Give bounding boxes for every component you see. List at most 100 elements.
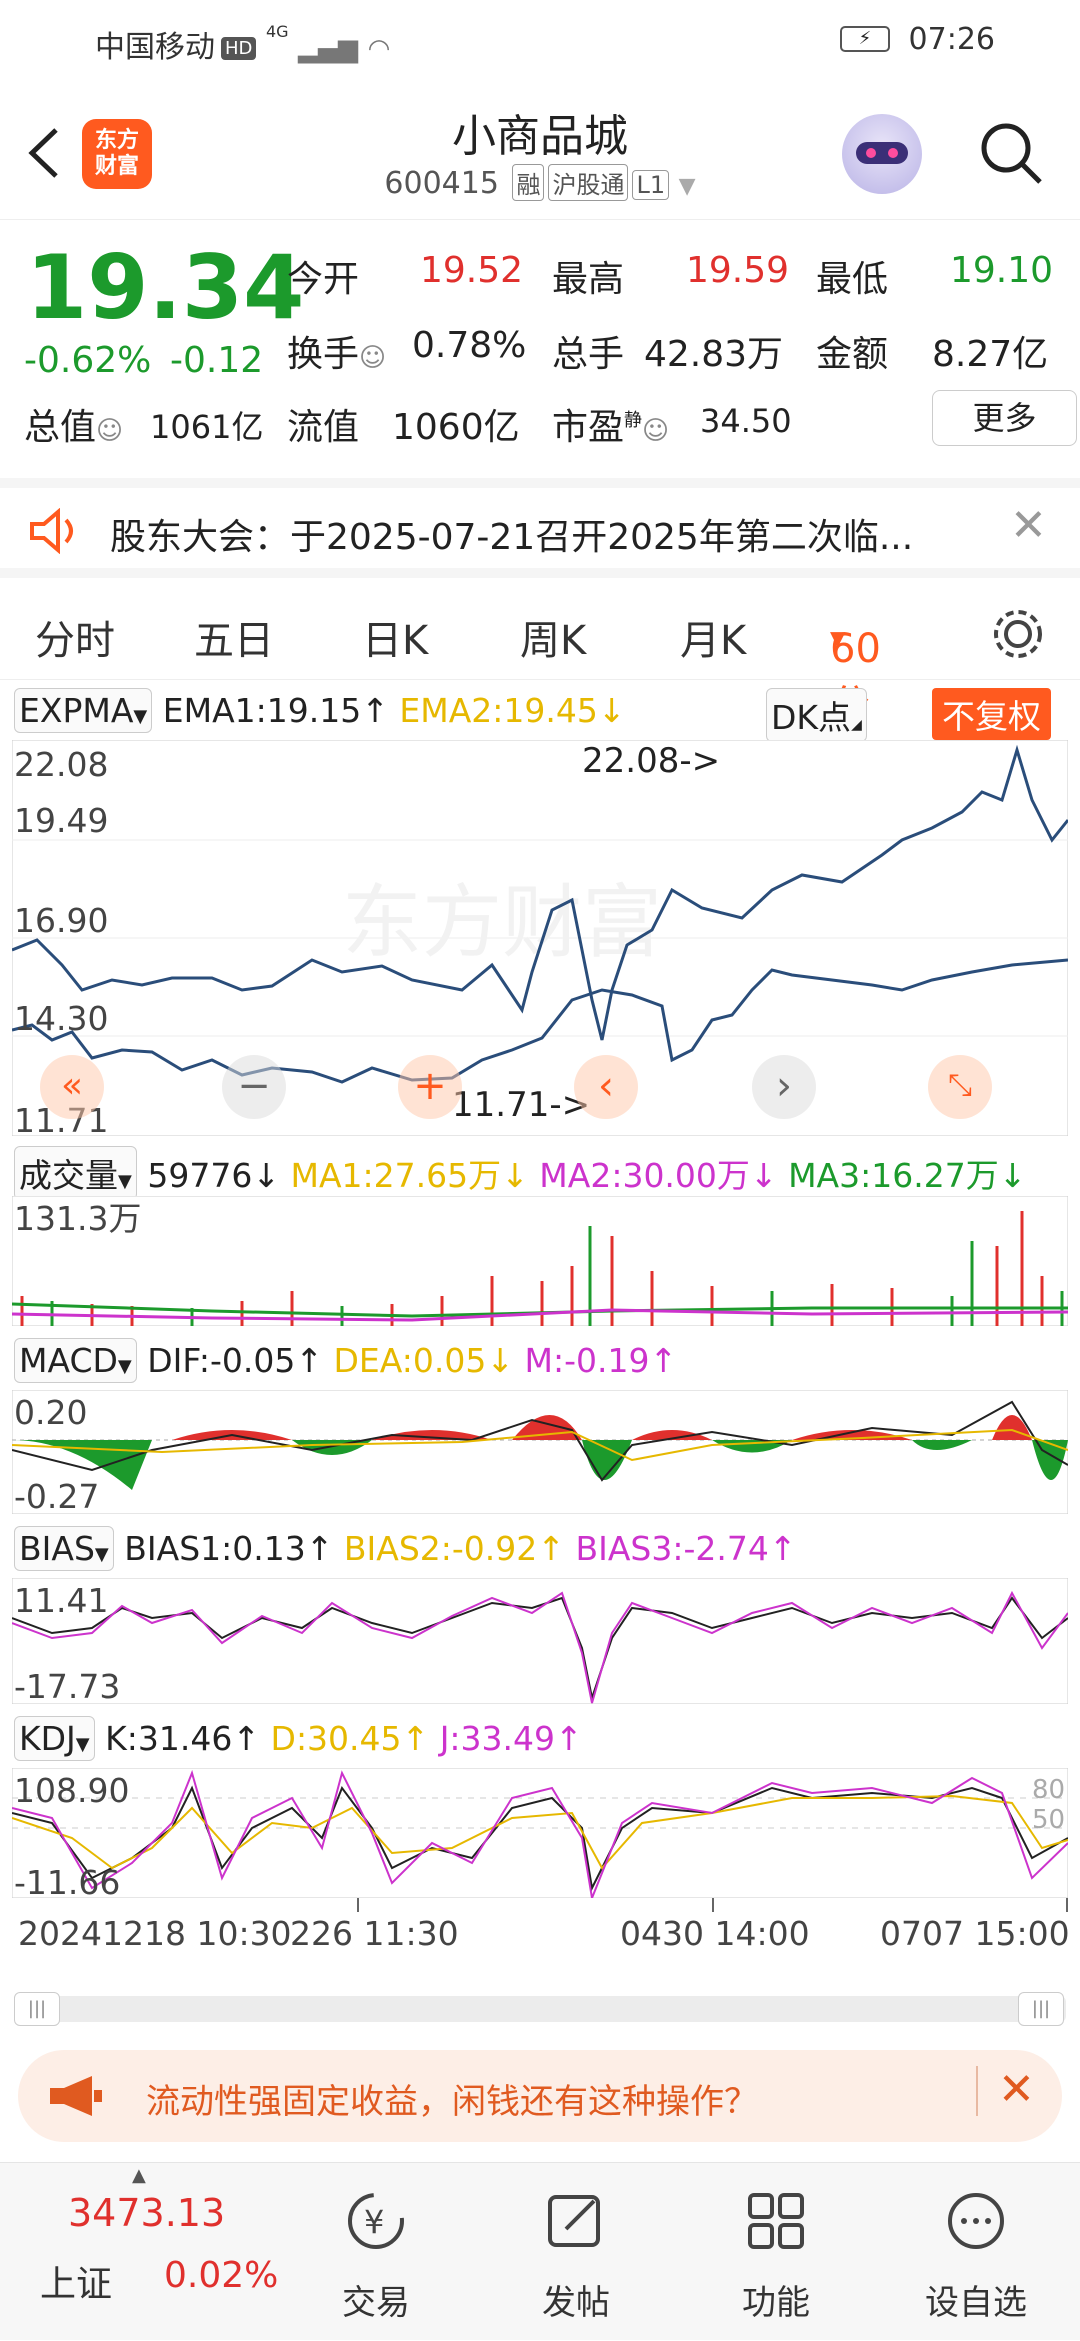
search-button[interactable] [976, 118, 1046, 188]
tab-daily-k[interactable]: 日K [362, 608, 428, 666]
time-label-0: 20241218 10:30 [18, 1914, 292, 1953]
plus-icon: + [413, 1063, 447, 1109]
tab-intraday[interactable]: 分时 [35, 608, 115, 666]
close-notice-button[interactable]: ✕ [1010, 500, 1047, 551]
max-price-label: 22.08-> [582, 741, 720, 781]
macd-indicator-select[interactable]: MACD▼ [14, 1338, 137, 1383]
period-tabs: 分时 五日 日K 周K 月K 60分▼ [0, 590, 1080, 728]
kdj-ref-80: 80 [1032, 1775, 1065, 1805]
range-right-handle[interactable]: ||| [1018, 1992, 1064, 2026]
change-pct: -0.62% [24, 340, 152, 381]
yen-cycle-icon: ¥ [348, 2193, 404, 2249]
speaker-icon [30, 508, 73, 554]
bias-chart[interactable]: 11.41 -17.73 [12, 1578, 1068, 1704]
nav-functions[interactable]: 功能 [676, 2163, 876, 2341]
volume-indicator-row: 成交量▼ 59776↓ MA1:27.65万↓ MA2:30.00万↓ MA3:… [14, 1146, 1026, 1200]
kdj-ref-50: 50 [1032, 1805, 1065, 1835]
volume-label: 总手 [552, 334, 625, 375]
robot-avatar-button[interactable] [842, 114, 922, 194]
signal-icon: ▂▄▆ [298, 34, 359, 64]
notice-bar[interactable]: 股东大会：于2025-07-21召开2025年第二次临... ✕ [0, 478, 1080, 578]
dropdown-icon: ▼ [678, 174, 696, 199]
more-button[interactable]: 更多 [932, 390, 1077, 446]
macd-bottom-label: -0.27 [14, 1477, 99, 1514]
y-label-2: 16.90 [14, 901, 108, 940]
index-ticker[interactable]: ▲ 3473.13 上证 0.02% [20, 2163, 280, 2341]
kdj-bottom-label: -11.66 [14, 1863, 120, 1898]
index-name: 上证 [40, 2264, 113, 2305]
price-line-overlay: 22.08-> 11.71-> 22.08 19.49 16.90 14.30 … [12, 741, 1068, 1136]
tab-monthly-k[interactable]: 月K [680, 608, 746, 666]
more-dots-icon [948, 2193, 1004, 2249]
wifi-icon: ◠ [367, 34, 391, 64]
main-indicator-row: EXPMA▼ EMA1:19.15↑ EMA2:19.45↓ [14, 688, 626, 733]
y-label-3: 14.30 [14, 999, 108, 1038]
battery-icon: ⚡ [840, 26, 890, 52]
tab-weekly-k[interactable]: 周K [520, 608, 586, 666]
search-icon [981, 123, 1042, 184]
no-adjust-button[interactable]: 不复权 [932, 688, 1051, 740]
volume-chart[interactable]: 131.3万 [12, 1196, 1068, 1326]
time-label-2: 0430 14:00 [620, 1914, 810, 1953]
tab-5day[interactable]: 五日 [194, 608, 274, 666]
time-label-1: 226 11:30 [290, 1914, 459, 1953]
pan-left-button[interactable]: « [40, 1055, 104, 1119]
open-label: 今开 [287, 259, 360, 300]
zoom-in-button[interactable]: + [398, 1055, 462, 1119]
high-label: 最高 [552, 259, 625, 300]
close-icon: ✕ [1010, 500, 1047, 551]
kdj-chart[interactable]: 108.90 -11.66 80 50 [12, 1768, 1068, 1898]
minus-icon: − [237, 1063, 271, 1109]
step-left-button[interactable]: ‹ [574, 1055, 638, 1119]
volume-indicator-select[interactable]: 成交量▼ [14, 1146, 137, 1200]
change-amount: -0.12 [170, 340, 264, 381]
time-label-3: 0707 15:00 [880, 1914, 1070, 1953]
nav-trade[interactable]: ¥ 交易 [276, 2163, 476, 2341]
volume-value: 42.83万 [644, 334, 784, 375]
range-scrollbar[interactable] [14, 1996, 1066, 2022]
index-pct: 0.02% [164, 2255, 279, 2296]
range-left-handle[interactable]: ||| [14, 1992, 60, 2026]
high-value: 19.59 [686, 250, 790, 291]
double-chevron-left-icon: « [60, 1065, 84, 1106]
macd-chart[interactable]: 0.20 -0.27 [12, 1390, 1068, 1514]
expand-icon: ⤡ [948, 1068, 972, 1103]
clock: 07:26 [908, 22, 995, 57]
kdj-indicator-select[interactable]: KDJ▼ [14, 1716, 95, 1761]
promo-banner[interactable]: 流动性强固定收益，闲钱还有这种操作？ ✕ [18, 2050, 1062, 2142]
bias-indicator-select[interactable]: BIAS▼ [14, 1526, 114, 1571]
megaphone-icon [50, 2076, 102, 2116]
turnover-label: 换手☺ [287, 334, 387, 375]
status-bar: 中国移动 HD 4G ▂▄▆ ◠ ⚡ 07:26 [0, 0, 1080, 86]
bias-indicator-row: BIAS▼ BIAS1:0.13↑ BIAS2:-0.92↑ BIAS3:-2.… [14, 1526, 797, 1571]
indicator-select[interactable]: EXPMA▼ [14, 688, 153, 733]
pe-value: 34.50 [700, 402, 792, 440]
step-right-button[interactable]: › [752, 1055, 816, 1119]
bias-top-label: 11.41 [14, 1581, 108, 1620]
macd-top-label: 0.20 [14, 1393, 87, 1432]
fullscreen-button[interactable]: ⤡ [928, 1055, 992, 1119]
last-price: 19.34 [26, 236, 305, 339]
nav-add-watchlist[interactable]: 设自选 [876, 2163, 1076, 2341]
mcap-label: 总值☺ [24, 407, 124, 448]
y-label-1: 19.49 [14, 801, 108, 840]
zoom-out-button[interactable]: − [222, 1055, 286, 1119]
robot-icon [856, 142, 908, 164]
settings-gear-icon[interactable] [988, 604, 1048, 664]
chevron-right-icon: › [776, 1063, 792, 1109]
promo-text: 流动性强固定收益，闲钱还有这种操作？ [146, 2082, 758, 2122]
amount-value: 8.27亿 [932, 334, 1049, 375]
float-value: 1060亿 [392, 407, 520, 448]
chevron-left-icon: ‹ [598, 1063, 614, 1109]
carrier-label: 中国移动 HD 4G ▂▄▆ ◠ [95, 22, 391, 65]
pe-label: 市盈静☺ [552, 407, 670, 448]
close-icon: ✕ [998, 2064, 1035, 2115]
macd-indicator-row: MACD▼ DIF:-0.05↑ DEA:0.05↓ M:-0.19↑ [14, 1338, 677, 1383]
min-price-label: 11.71-> [452, 1085, 590, 1125]
dk-point-select[interactable]: DK点◢ [766, 688, 867, 742]
caret-up-icon: ▲ [132, 2165, 146, 2186]
nav-post[interactable]: 发帖 [476, 2163, 676, 2341]
close-promo-button[interactable]: ✕ [998, 2064, 1035, 2115]
amount-label: 金额 [816, 334, 889, 375]
edit-icon [548, 2195, 600, 2247]
